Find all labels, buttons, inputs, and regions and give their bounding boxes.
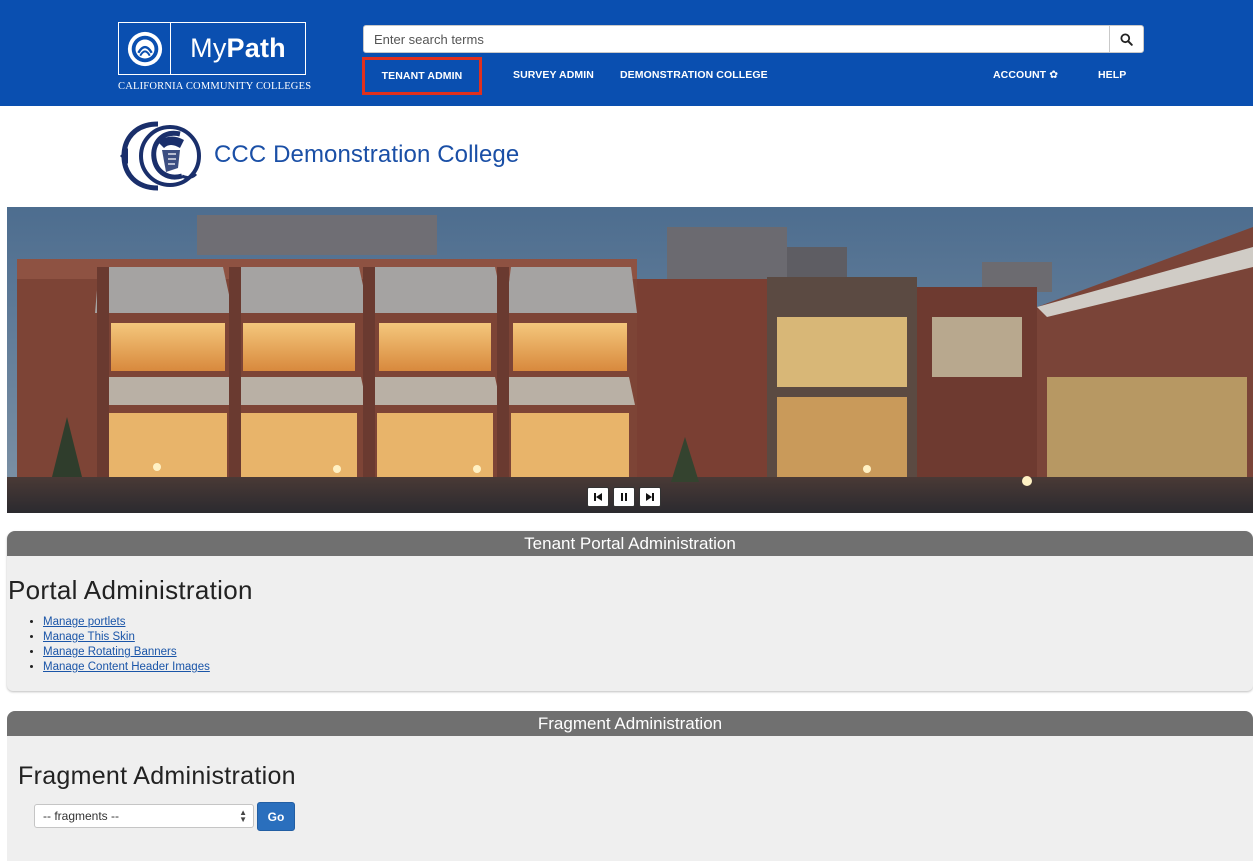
mypath-wordmark: My Path (171, 23, 305, 74)
manage-skin-link[interactable]: Manage This Skin (43, 631, 135, 643)
rotating-banner (7, 207, 1253, 513)
manage-rotating-banners-link[interactable]: Manage Rotating Banners (43, 646, 177, 658)
college-header: CCC Demonstration College (118, 118, 519, 194)
banner-controls (587, 487, 661, 507)
top-navigation-bar: MyPath CALIFORNIA COMMUNITY COLLEGES TEN… (0, 0, 1253, 106)
search-button[interactable] (1109, 26, 1143, 52)
fragments-select[interactable]: -- fragments -- ▲ ▼ (34, 804, 254, 828)
pause-icon (621, 493, 627, 501)
next-icon (646, 493, 654, 501)
select-arrows-icon: ▲ ▼ (239, 808, 247, 824)
nav-tenant-admin-label: TENANT ADMIN (381, 70, 463, 82)
logo-text-regular: My (190, 33, 227, 63)
panel-header: Fragment Administration (7, 711, 1253, 736)
banner-next-button[interactable] (639, 487, 661, 507)
banner-pause-button[interactable] (613, 487, 635, 507)
portal-admin-title: Portal Administration (8, 575, 253, 605)
list-item: Manage portlets (43, 615, 210, 630)
nav-tenant-admin[interactable]: TENANT ADMIN (362, 57, 482, 95)
campus-building-image (7, 207, 1253, 513)
nav-demonstration-college[interactable]: DEMONSTRATION COLLEGE (620, 69, 768, 81)
list-item: Manage Rotating Banners (43, 645, 210, 660)
search-icon (1120, 32, 1133, 46)
search-bar (363, 25, 1144, 53)
college-name: CCC Demonstration College (214, 141, 520, 168)
search-input[interactable] (364, 26, 1109, 52)
fragment-admin-title: Fragment Administration (18, 762, 296, 790)
go-button[interactable]: Go (257, 802, 295, 831)
list-item: Manage This Skin (43, 630, 210, 645)
college-crest-icon (120, 121, 201, 191)
logo-text-bold: Path (226, 33, 286, 63)
nav-account[interactable]: ACCOUNT ✿ (993, 69, 1058, 81)
fragments-select-value: -- fragments -- (43, 809, 120, 823)
nav-survey-admin[interactable]: SURVEY ADMIN (513, 69, 594, 81)
panel-header: Tenant Portal Administration (7, 531, 1253, 556)
ccc-seal-icon (119, 23, 171, 74)
nav-account-label: ACCOUNT (993, 69, 1047, 81)
banner-previous-button[interactable] (587, 487, 609, 507)
nav-help[interactable]: HELP (1098, 69, 1126, 81)
gear-icon: ✿ (1049, 69, 1059, 81)
fragment-admin-panel: Fragment Administration Fragment Adminis… (7, 711, 1253, 861)
list-item: Manage Content Header Images (43, 660, 210, 675)
logo-subtitle: CALIFORNIA COMMUNITY COLLEGES (118, 81, 312, 92)
mypath-logo[interactable]: My Path (118, 22, 306, 75)
tenant-portal-admin-panel: Tenant Portal Administration Portal Admi… (7, 531, 1253, 691)
portal-admin-links: Manage portlets Manage This Skin Manage … (27, 615, 210, 675)
manage-content-header-images-link[interactable]: Manage Content Header Images (43, 661, 210, 673)
manage-portlets-link[interactable]: Manage portlets (43, 616, 125, 628)
previous-icon (594, 493, 602, 501)
